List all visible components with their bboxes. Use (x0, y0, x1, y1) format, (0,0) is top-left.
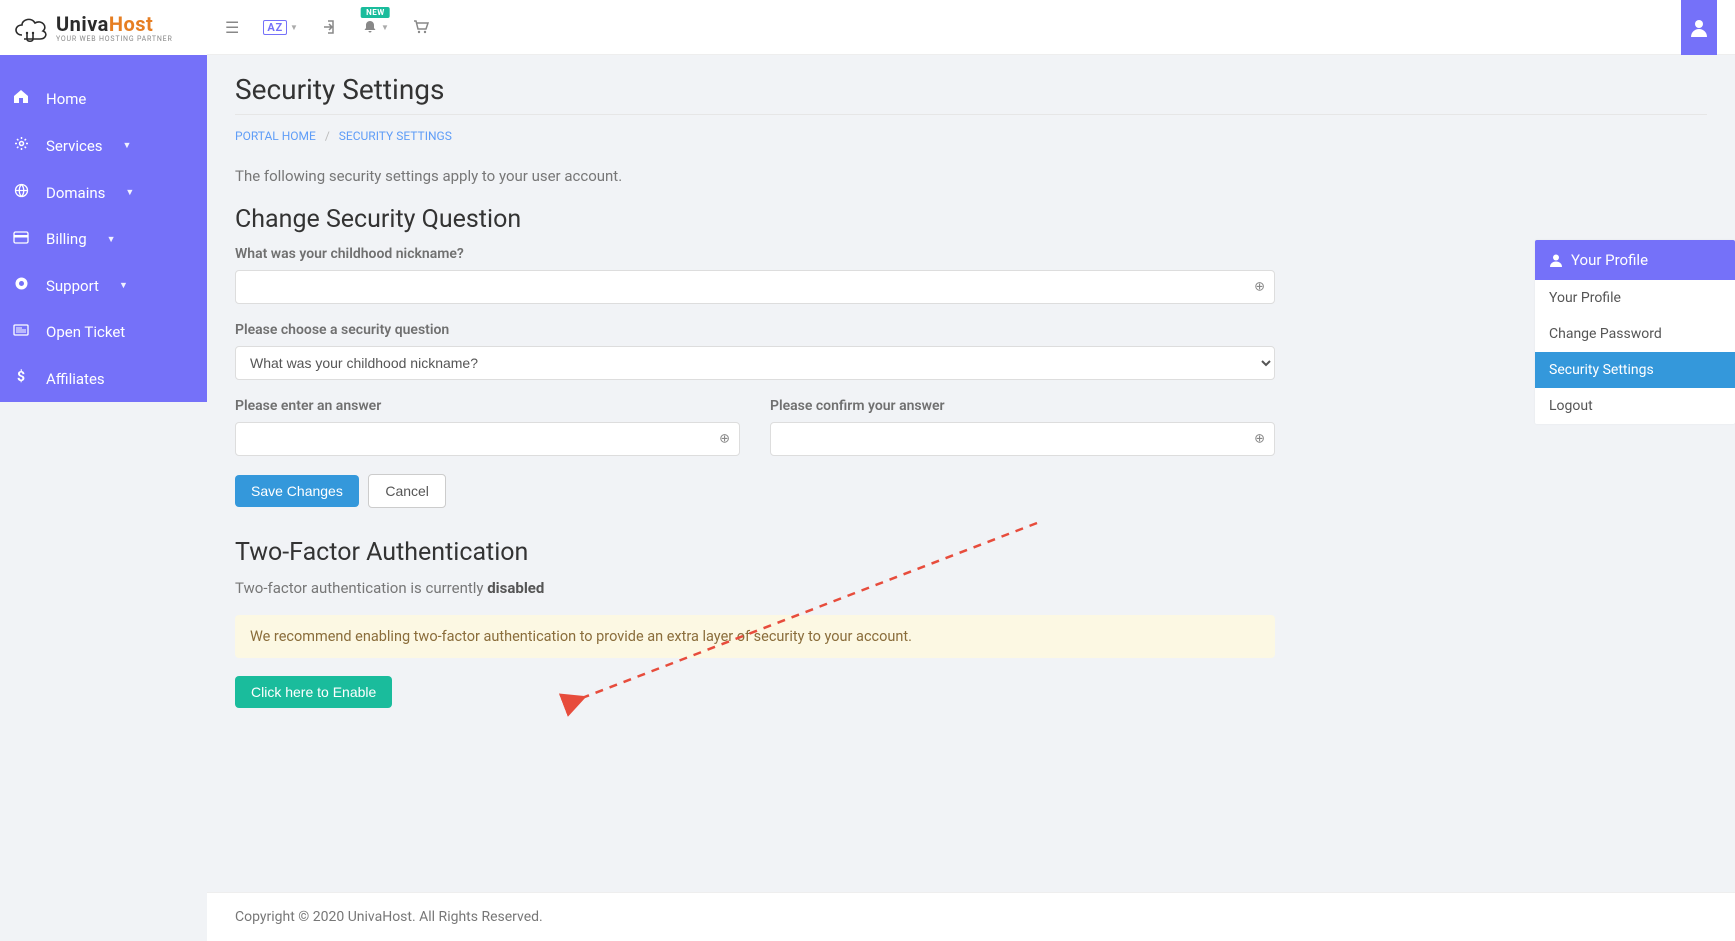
answer-input[interactable] (235, 422, 740, 456)
security-question-select[interactable]: What was your childhood nickname? (235, 346, 1275, 380)
cart-icon[interactable] (413, 19, 430, 35)
profile-panel: Your Profile Your ProfileChange Password… (1535, 240, 1735, 424)
menu-toggle-icon[interactable]: ☰ (225, 18, 239, 37)
card-icon (12, 231, 30, 248)
profile-item-security-settings[interactable]: Security Settings (1535, 352, 1735, 388)
chevron-down-icon: ▼ (119, 280, 128, 291)
profile-panel-head: Your Profile (1535, 240, 1735, 280)
tfa-status: Two-factor authentication is currently d… (235, 579, 1275, 597)
label-confirm: Please confirm your answer (770, 398, 1275, 414)
section-tfa: Two-Factor Authentication (235, 538, 1275, 567)
sidebar-item-label: Domains (46, 184, 105, 202)
label-current-question: What was your childhood nickname? (235, 246, 1275, 262)
profile-item-change-password[interactable]: Change Password (1535, 316, 1735, 352)
breadcrumb-home[interactable]: PORTAL HOME (235, 129, 316, 143)
user-avatar[interactable] (1681, 0, 1717, 55)
sidebar-item-home[interactable]: Home (0, 75, 207, 122)
svg-text:$: $ (17, 369, 25, 384)
current-question-input[interactable] (235, 270, 1275, 304)
gear-icon (12, 136, 30, 155)
breadcrumb: PORTAL HOME / SECURITY SETTINGS (235, 129, 1707, 143)
breadcrumb-current[interactable]: SECURITY SETTINGS (339, 129, 452, 143)
chevron-down-icon: ▼ (107, 234, 116, 245)
footer: Copyright © 2020 UnivaHost. All Rights R… (207, 892, 1735, 941)
sidebar-item-label: Services (46, 137, 103, 155)
sidebar-item-label: Open Ticket (46, 323, 125, 341)
profile-item-your-profile[interactable]: Your Profile (1535, 280, 1735, 316)
notifications-icon[interactable]: NEW ▼ (362, 19, 389, 35)
life-icon (12, 276, 30, 295)
logo-main: Univa (56, 12, 109, 36)
logo[interactable]: UnivaHost YOUR WEB HOSTING PARTNER (0, 0, 207, 55)
sidebar-item-label: Home (46, 90, 86, 108)
sidebar-item-affiliates[interactable]: $ Affiliates (0, 355, 207, 402)
logout-icon[interactable] (322, 19, 338, 35)
sidebar-item-open-ticket[interactable]: Open Ticket (0, 309, 207, 355)
logo-accent: Host (109, 12, 153, 36)
confirm-answer-input[interactable] (770, 422, 1275, 456)
sidebar-item-label: Affiliates (46, 370, 105, 388)
cloud-logo-icon (10, 13, 50, 43)
enable-tfa-button[interactable]: Click here to Enable (235, 676, 392, 708)
logo-tagline: YOUR WEB HOSTING PARTNER (56, 36, 173, 43)
topbar: ☰ AZ▼ NEW ▼ (207, 0, 1735, 55)
sidebar-item-label: Support (46, 277, 99, 295)
user-icon (1549, 253, 1563, 267)
language-switcher[interactable]: AZ▼ (263, 20, 298, 35)
ticket-icon (12, 324, 30, 340)
page-title: Security Settings (235, 73, 1707, 106)
globe-icon (12, 183, 30, 202)
label-choose-question: Please choose a security question (235, 322, 1275, 338)
sidebar-item-label: Billing (46, 230, 87, 248)
label-answer: Please enter an answer (235, 398, 740, 414)
dollar-icon: $ (12, 369, 30, 388)
sidebar-item-billing[interactable]: Billing ▼ (0, 216, 207, 262)
home-icon (12, 89, 30, 108)
tfa-recommend-alert: We recommend enabling two-factor authent… (235, 615, 1275, 658)
sidebar-item-domains[interactable]: Domains ▼ (0, 169, 207, 216)
sidebar-item-services[interactable]: Services ▼ (0, 122, 207, 169)
chevron-down-icon: ▼ (125, 187, 134, 198)
save-button[interactable]: Save Changes (235, 475, 359, 507)
chevron-down-icon: ▼ (123, 140, 132, 151)
section-security-question: Change Security Question (235, 205, 1275, 234)
cancel-button[interactable]: Cancel (368, 474, 446, 508)
profile-item-logout[interactable]: Logout (1535, 388, 1735, 424)
sidebar-item-support[interactable]: Support ▼ (0, 262, 207, 309)
intro-text: The following security settings apply to… (235, 167, 1275, 185)
